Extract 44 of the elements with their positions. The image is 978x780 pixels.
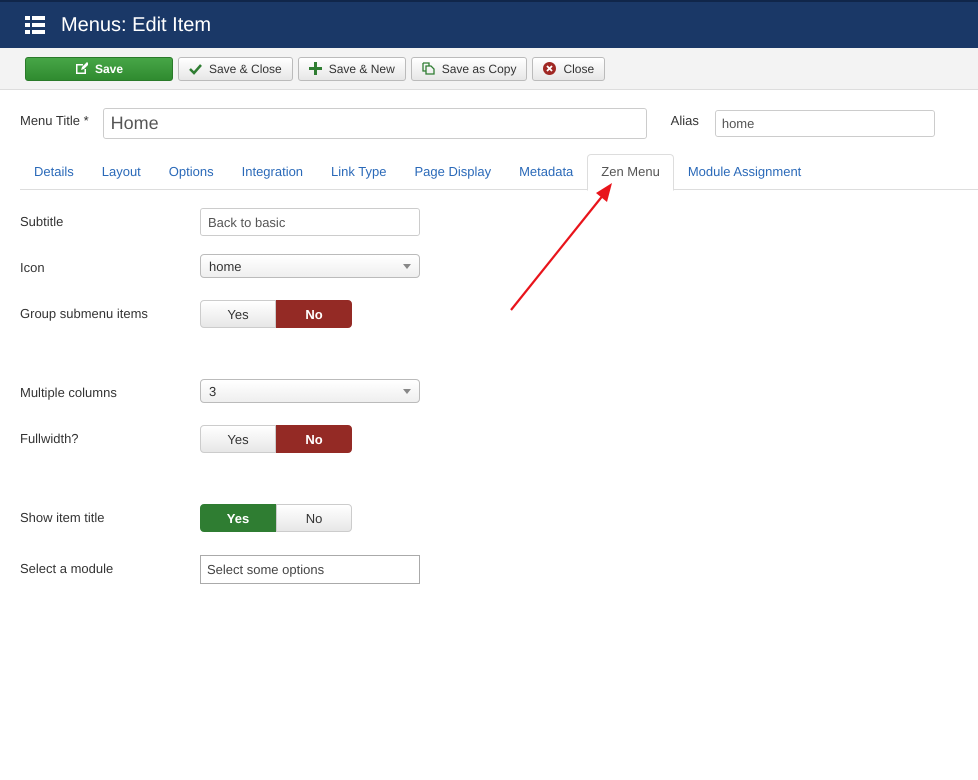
tab[interactable]: Zen Menu (587, 154, 674, 191)
field-label: Menu Title * (20, 112, 89, 128)
page-title: Menus: Edit Item (61, 14, 212, 36)
title-field[interactable]: Home (102, 108, 647, 138)
field-label: Select a module (20, 560, 114, 576)
toggle-option[interactable]: No (276, 425, 352, 453)
caret-icon (403, 264, 411, 268)
toggle-option[interactable]: Yes (200, 300, 276, 328)
tab[interactable]: Integration (228, 154, 318, 189)
close-icon (543, 62, 556, 75)
toggle-option[interactable]: Yes (200, 504, 276, 532)
toolbar-button[interactable]: Save & New (298, 56, 406, 80)
multiselect-field[interactable]: Select some options (200, 555, 420, 584)
field-label: Fullwidth? (20, 430, 80, 446)
tab[interactable]: Module Assignment (674, 154, 816, 189)
toggle-option[interactable]: Yes (200, 425, 276, 453)
field-label: Group submenu items (20, 305, 149, 321)
alias-field[interactable]: home (714, 110, 935, 136)
tab[interactable]: Link Type (317, 154, 400, 189)
tab[interactable]: Page Display (400, 154, 506, 189)
dropdown[interactable]: home (200, 254, 420, 278)
toggle-option[interactable]: No (276, 504, 352, 532)
text-field[interactable]: Back to basic (200, 208, 420, 236)
caret-icon (403, 388, 411, 394)
field-label: Alias (670, 112, 699, 128)
check-icon (189, 62, 202, 74)
toolbar-button[interactable]: Close (532, 56, 606, 80)
field-label: Subtitle (20, 213, 64, 229)
tab[interactable]: Options (154, 154, 228, 189)
toolbar-button[interactable]: Save & Close (178, 56, 293, 80)
plus-icon (308, 62, 322, 75)
tab[interactable]: Metadata (505, 154, 588, 189)
copy-icon (422, 62, 435, 75)
tab[interactable]: Layout (88, 154, 155, 189)
edit-icon (74, 62, 88, 75)
list-icon (25, 15, 45, 35)
field-label: Show item title (20, 509, 106, 525)
toggle-option[interactable]: No (276, 300, 352, 328)
toolbar-button[interactable]: Save as Copy (410, 56, 528, 80)
field-label: Icon (20, 259, 46, 275)
tab[interactable]: Details (20, 154, 88, 189)
dropdown[interactable]: 3 (200, 379, 420, 403)
field-label: Multiple columns (20, 384, 118, 400)
save-button[interactable]: Save (25, 56, 173, 80)
